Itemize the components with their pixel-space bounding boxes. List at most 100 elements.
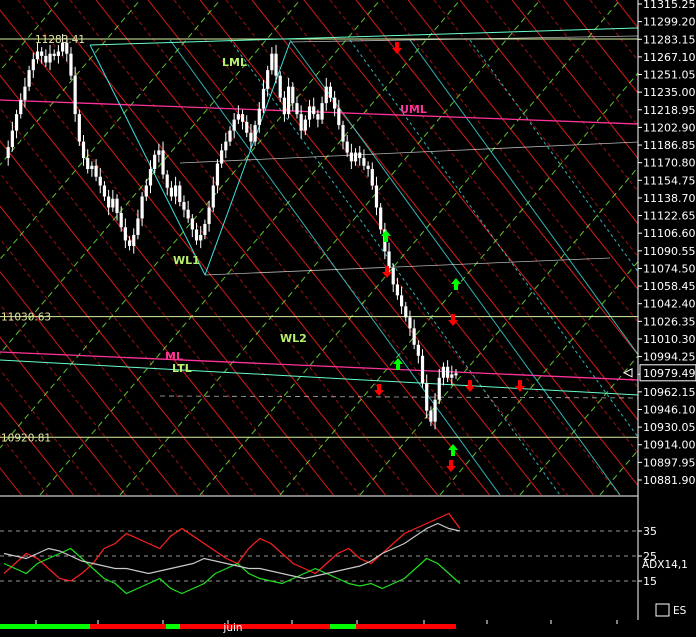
trend-bar-segment [0, 624, 90, 629]
candle-body [199, 234, 203, 241]
chart-window: LML UML WL1 WL2 ML LTL 11283.41 11030.63 10920.… [0, 0, 696, 637]
down-arrow-icon [374, 384, 384, 396]
red-fan-line [0, 140, 282, 495]
instrument-label: ES [673, 605, 687, 617]
price-tick-label: 10962.15 [643, 386, 696, 399]
candle-body [286, 86, 291, 115]
candle-body [232, 119, 236, 131]
candle-body [245, 121, 249, 133]
red-fan-dashed-line [121, 0, 516, 495]
green-fan-line [119, 0, 541, 495]
pitchfork-label-lml: LML [222, 56, 247, 69]
candle-body [299, 114, 303, 131]
red-fan-line [0, 336, 126, 495]
candle-body [182, 201, 186, 210]
candle-body [433, 399, 437, 422]
candle-body [35, 51, 40, 60]
green-fan-line [279, 72, 638, 495]
candle-body [194, 229, 199, 241]
red-fan-dashed-line [0, 41, 360, 495]
corner-box-icon [655, 603, 670, 617]
candle-body [173, 185, 178, 197]
candle-body [446, 366, 450, 378]
candle-body [10, 130, 14, 148]
down-arrow-head [465, 386, 475, 392]
trend-bar-segment [180, 624, 330, 629]
candle-body [203, 223, 207, 235]
up-arrow-icon [451, 278, 461, 290]
candle-body [399, 295, 404, 307]
candle-body [274, 53, 278, 76]
candle-body [303, 119, 307, 131]
price-axis: 11315.25 11299.20 11283.15 11267.10 11251.05… [622, 0, 696, 620]
red-fan-line [251, 0, 638, 487]
candle-body [278, 75, 282, 98]
candle-body [123, 227, 127, 241]
red-fan-line [43, 0, 438, 495]
candle-body [316, 114, 320, 120]
down-arrow-head [392, 48, 402, 54]
candle-body [86, 158, 90, 170]
candle-body [144, 185, 148, 197]
level-label: 11283.41 [35, 34, 85, 46]
red-fan-line [147, 0, 542, 495]
candle-body [73, 75, 77, 115]
cyan-fan-line [289, 39, 621, 495]
down-arrow-icon [392, 42, 402, 54]
candle-body [165, 174, 169, 188]
candle-body [132, 234, 136, 246]
candle-body [249, 132, 253, 142]
down-arrow-icon [465, 380, 475, 392]
candle-body [27, 70, 31, 87]
warning-line-2 [179, 141, 638, 164]
candle-body [19, 99, 23, 115]
price-tick-label: 11154.75 [643, 174, 696, 187]
red-fan-line [0, 270, 178, 495]
trend-bar-segment [330, 624, 356, 629]
candle-body [437, 377, 441, 400]
candle-body [333, 97, 337, 109]
candle-body [312, 106, 316, 115]
price-tick-label: 11267.10 [643, 51, 696, 64]
up-arrow-shaft [454, 284, 458, 290]
candle-body [349, 152, 353, 162]
price-chart[interactable]: LMLUMLWL1WL2MLLTL 11283.4111030.6310920.… [0, 0, 696, 637]
candle-body [441, 366, 446, 378]
price-tick-label: 11090.55 [643, 245, 696, 258]
down-arrow-shaft [385, 266, 389, 272]
candle-body [345, 141, 349, 153]
candle-body [23, 86, 27, 100]
candle-body [153, 154, 157, 170]
candle-body [186, 209, 190, 219]
candle-body [94, 165, 98, 177]
candle-body [379, 207, 383, 230]
candle-body [48, 53, 52, 63]
price-tick-label: 11058.45 [643, 280, 696, 293]
candle-body [420, 355, 425, 384]
trend-bar-segment [90, 624, 166, 629]
price-tick-label: 10897.95 [643, 456, 696, 469]
down-arrow-shaft [468, 380, 472, 386]
candle-body [341, 125, 345, 142]
price-tick-label: 11010.30 [643, 333, 696, 346]
candle-body [408, 317, 412, 329]
red-fan-dashed-line [173, 0, 568, 495]
candle-body [366, 165, 370, 170]
price-tick-label: 11106.60 [643, 227, 696, 240]
pitchfork-lines [0, 27, 638, 438]
candle-body [161, 150, 165, 175]
price-tick-label: 10930.05 [643, 421, 696, 434]
candle-body [224, 141, 228, 151]
level-label: 10920.81 [1, 432, 51, 444]
indicator-level-label: 35 [643, 525, 657, 538]
candle-body [90, 165, 94, 170]
price-tick-label: 11186.85 [643, 139, 696, 152]
price-tick-label: 11315.25 [643, 0, 696, 11]
red-fan-line [0, 9, 386, 495]
price-tick-label: 11251.05 [643, 69, 696, 82]
signal-arrows [374, 42, 525, 472]
green-fan-line [199, 0, 621, 495]
candle-body [387, 251, 391, 268]
pitchfork-label-wl1: WL1 [173, 254, 200, 267]
di-plus-line [3, 512, 461, 582]
